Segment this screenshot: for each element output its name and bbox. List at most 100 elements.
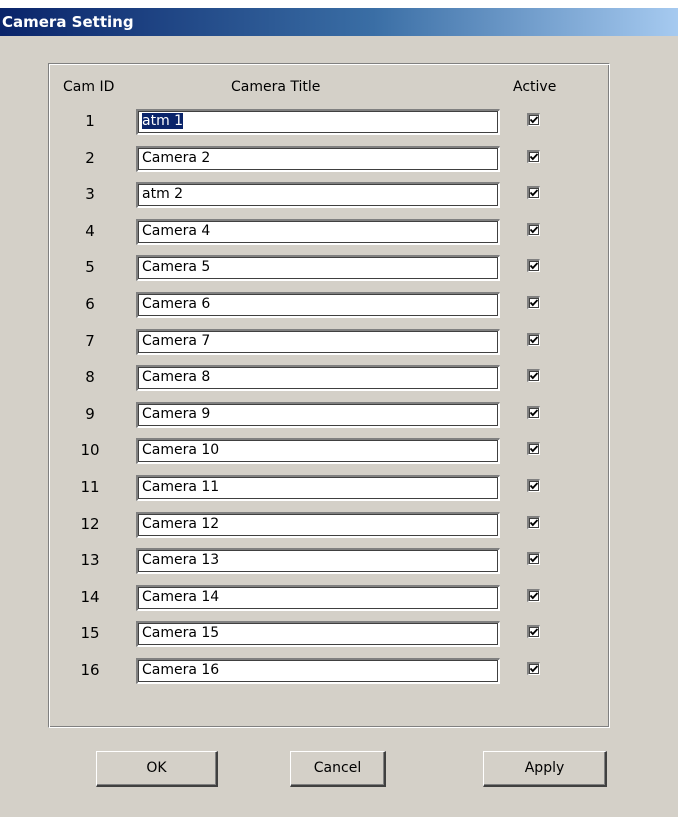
camera-title-input[interactable]: Camera 9 <box>136 401 500 428</box>
camera-id: 12 <box>80 514 100 533</box>
camera-id: 2 <box>85 148 95 167</box>
camera-title-input[interactable]: Camera 13 <box>136 548 500 575</box>
camera-id: 4 <box>85 221 95 240</box>
camera-title-value: Camera 11 <box>142 479 220 495</box>
active-checkbox[interactable] <box>527 222 540 236</box>
checkmark-icon <box>529 372 539 380</box>
ok-button[interactable]: OK <box>96 751 218 787</box>
camera-row: 11 Camera 11 <box>0 475 678 505</box>
active-checkbox[interactable] <box>527 552 540 566</box>
header-active: Active <box>513 79 557 95</box>
camera-id: 13 <box>80 551 100 570</box>
checkmark-icon <box>529 299 539 307</box>
camera-title-input[interactable]: Camera 5 <box>136 255 500 282</box>
camera-row: 15 Camera 15 <box>0 621 678 651</box>
active-checkbox[interactable] <box>527 186 540 200</box>
checkmark-icon <box>529 628 539 636</box>
apply-button[interactable]: Apply <box>483 751 607 787</box>
active-checkbox[interactable] <box>527 259 540 273</box>
active-checkbox[interactable] <box>527 442 540 456</box>
checkmark-icon <box>529 226 539 234</box>
top-strip <box>0 0 678 8</box>
camera-row: 1 atm 1 <box>0 109 678 139</box>
camera-title-input[interactable]: Camera 15 <box>136 621 500 648</box>
camera-id: 5 <box>85 258 95 277</box>
header-cam-id: Cam ID <box>63 79 115 95</box>
checkmark-icon <box>529 665 539 673</box>
checkmark-icon <box>529 116 539 124</box>
camera-title-input[interactable]: Camera 10 <box>136 438 500 465</box>
camera-title-input[interactable]: Camera 6 <box>136 292 500 318</box>
camera-id: 3 <box>85 185 95 204</box>
active-checkbox[interactable] <box>527 662 540 675</box>
camera-row: 4 Camera 4 <box>0 218 678 249</box>
camera-row: 6 Camera 6 <box>0 292 678 322</box>
camera-row: 13 Camera 13 <box>0 548 678 578</box>
camera-id: 10 <box>80 441 100 460</box>
checkmark-icon <box>529 482 539 490</box>
title-bar[interactable]: Camera Setting <box>0 8 678 36</box>
camera-row: 2 Camera 2 <box>0 145 678 176</box>
camera-row: 9 Camera 9 <box>0 401 678 432</box>
active-checkbox[interactable] <box>527 296 540 309</box>
camera-title-input[interactable]: Camera 7 <box>136 328 500 355</box>
active-checkbox[interactable] <box>527 113 540 126</box>
header-camera-title: Camera Title <box>231 79 321 95</box>
checkmark-icon <box>529 189 539 197</box>
camera-title-value: Camera 4 <box>142 222 211 239</box>
active-checkbox[interactable] <box>527 625 540 639</box>
camera-title-value: Camera 14 <box>142 588 220 605</box>
active-checkbox[interactable] <box>527 479 540 492</box>
camera-title-value: Camera 8 <box>142 369 211 386</box>
camera-title-input[interactable]: Camera 8 <box>136 365 500 392</box>
camera-title-value: Camera 5 <box>142 259 211 276</box>
camera-row: 10 Camera 10 <box>0 438 678 468</box>
camera-title-value: Camera 16 <box>142 662 220 678</box>
camera-title-value: Camera 15 <box>142 625 220 642</box>
camera-title-input[interactable]: atm 1 <box>136 109 500 135</box>
camera-id: 15 <box>80 624 100 643</box>
camera-title-value: Camera 9 <box>142 405 211 422</box>
cancel-button[interactable]: Cancel <box>290 751 386 787</box>
camera-title-value: atm 2 <box>142 186 184 203</box>
camera-title-input[interactable]: Camera 2 <box>136 145 500 172</box>
camera-row: 7 Camera 7 <box>0 328 678 359</box>
camera-title-input[interactable]: atm 2 <box>136 182 500 209</box>
camera-id: 7 <box>85 331 95 350</box>
camera-title-value: Camera 6 <box>142 296 211 312</box>
camera-id: 1 <box>85 112 95 130</box>
camera-id: 9 <box>85 404 95 423</box>
checkmark-icon <box>529 409 539 417</box>
checkmark-icon <box>529 592 539 600</box>
active-checkbox[interactable] <box>527 332 540 346</box>
checkmark-icon <box>529 262 539 270</box>
checkmark-icon <box>529 518 539 526</box>
checkmark-icon <box>529 445 539 453</box>
camera-row: 8 Camera 8 <box>0 365 678 395</box>
camera-title-input[interactable]: Camera 16 <box>136 658 500 684</box>
camera-title-input[interactable]: Camera 14 <box>136 584 500 611</box>
camera-title-value: Camera 10 <box>142 442 220 459</box>
camera-title-input[interactable]: Camera 4 <box>136 218 500 245</box>
active-checkbox[interactable] <box>527 405 540 419</box>
checkmark-icon <box>529 152 539 160</box>
camera-id: 16 <box>80 661 100 679</box>
camera-row: 16 Camera 16 <box>0 658 678 688</box>
camera-row: 12 Camera 12 <box>0 511 678 542</box>
camera-title-value: Camera 12 <box>142 515 220 532</box>
checkmark-icon <box>529 555 539 563</box>
active-checkbox[interactable] <box>527 588 540 602</box>
camera-setting-dialog: Camera Setting Cam ID Camera Title Activ… <box>0 0 678 817</box>
camera-row: 5 Camera 5 <box>0 255 678 285</box>
camera-row: 3 atm 2 <box>0 182 678 212</box>
camera-title-input[interactable]: Camera 11 <box>136 475 500 501</box>
camera-id: 11 <box>80 478 100 496</box>
camera-row: 14 Camera 14 <box>0 584 678 615</box>
active-checkbox[interactable] <box>527 515 540 529</box>
camera-title-value: atm 1 <box>142 113 184 129</box>
active-checkbox[interactable] <box>527 369 540 383</box>
camera-title-input[interactable]: Camera 12 <box>136 511 500 538</box>
camera-title-value: Camera 7 <box>142 332 211 349</box>
camera-title-value: Camera 13 <box>142 552 220 569</box>
active-checkbox[interactable] <box>527 149 540 163</box>
